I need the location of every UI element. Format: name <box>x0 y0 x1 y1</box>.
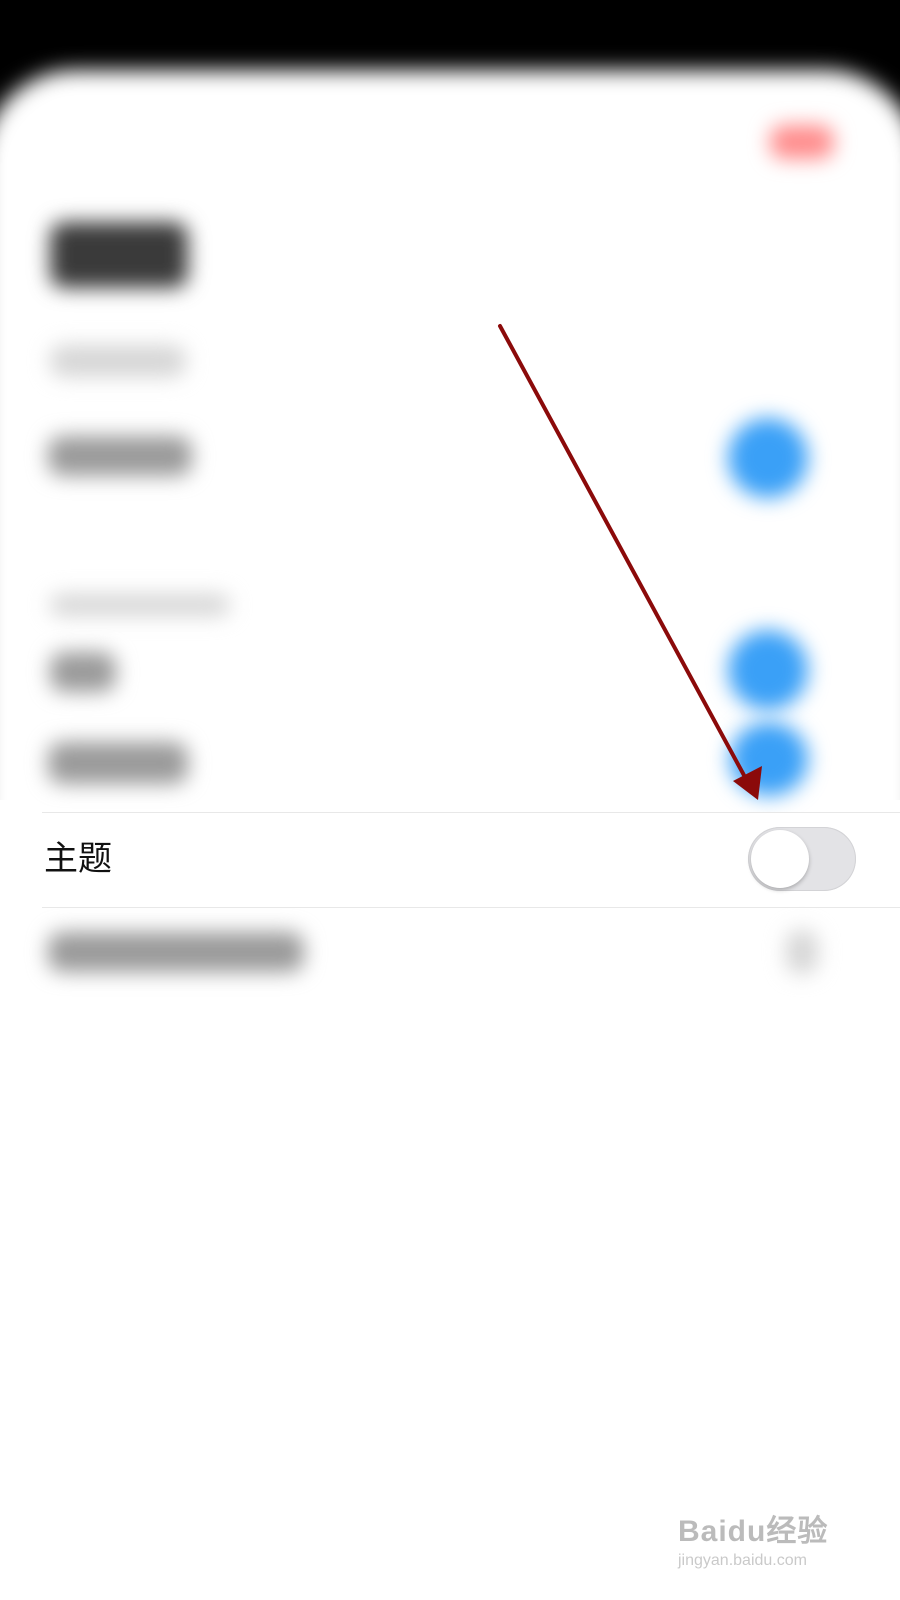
theme-label: 主题 <box>44 839 112 879</box>
blurred-setting-label-1 <box>48 436 192 476</box>
setting-row-theme: 主题 <box>42 812 900 908</box>
watermark-url: jingyan.baidu.com <box>678 1552 807 1569</box>
toggle-knob <box>751 830 809 888</box>
blurred-setting-label-2 <box>50 652 116 692</box>
blurred-top-right-action[interactable] <box>770 125 834 159</box>
blurred-toggle-1[interactable] <box>728 418 808 498</box>
watermark-logo: Baidu经验 <box>678 1515 829 1548</box>
blurred-section-caption-2 <box>50 594 230 616</box>
blurred-page-title <box>50 222 188 288</box>
theme-toggle-switch[interactable] <box>748 827 856 891</box>
phone-screen: 主题 Baidu经验 jingyan.baidu.com <box>0 0 900 1600</box>
blurred-setting-label-4 <box>48 932 304 972</box>
watermark: Baidu经验 jingyan.baidu.com <box>678 1506 848 1570</box>
blurred-toggle-2[interactable] <box>728 630 808 710</box>
settings-sheet-lower <box>0 800 900 1600</box>
blurred-setting-label-3 <box>48 742 188 784</box>
blurred-toggle-3[interactable] <box>730 722 808 796</box>
blurred-chevron-icon[interactable] <box>786 930 818 974</box>
blurred-section-caption <box>50 345 186 377</box>
